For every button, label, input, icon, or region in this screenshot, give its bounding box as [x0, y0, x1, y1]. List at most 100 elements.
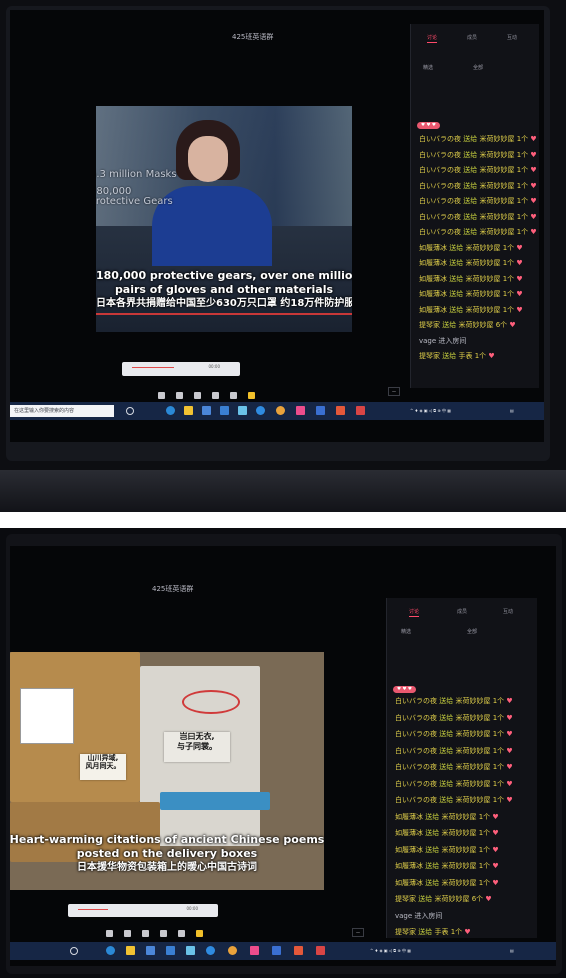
presenter-face — [188, 136, 228, 182]
chat-user: 如履薄冰 — [419, 305, 447, 314]
chat-message: 如履薄冰 送给 米荷妙妙屋 1个 ♥ — [395, 863, 499, 870]
playback-bar[interactable]: 00:00 — [122, 362, 240, 376]
whiteboard-icon[interactable] — [160, 930, 167, 937]
chat-gift: 米荷妙妙屋 1个 — [479, 135, 529, 143]
calendar-icon[interactable] — [316, 946, 325, 955]
cortana-icon[interactable] — [126, 407, 134, 415]
heart-icon: ♥ — [516, 305, 523, 314]
screen-share-icon[interactable] — [124, 930, 131, 937]
chat-message: vage 进入房间 — [395, 911, 443, 920]
playback-bar[interactable]: 00:00 — [68, 904, 218, 917]
music-icon[interactable] — [230, 392, 237, 399]
system-tray[interactable]: ^ ♦ ◈ ▣ ◁ ⧉ ⊕ 中 ▦ — [410, 408, 451, 414]
cortana-icon[interactable] — [70, 947, 78, 955]
mail-icon[interactable] — [220, 406, 229, 415]
camera-icon[interactable] — [158, 392, 165, 399]
heart-icon: ♥ — [492, 829, 499, 837]
video-player[interactable]: 山川异域, 风月同天。 岂曰无衣, 与子同裳。 Heart-warming ci… — [10, 652, 324, 890]
heart-icon: ♥ — [530, 228, 537, 236]
browser-icon[interactable] — [206, 946, 215, 955]
heart-icon: ♥ — [530, 150, 537, 159]
sub-tab-all[interactable]: 全部 — [467, 628, 477, 635]
chat-verb: 送给 — [439, 796, 454, 804]
live-app-icon[interactable] — [296, 406, 305, 415]
store-icon[interactable] — [202, 406, 211, 415]
chat-user: 提琴家 — [395, 895, 416, 903]
call-toolbar — [158, 392, 255, 399]
clock: ▤ — [510, 948, 514, 953]
overlay-gears: Protective Gears — [96, 196, 173, 207]
chat-verb: 送给 — [442, 321, 457, 329]
chat-user: 白いバラの夜 — [395, 730, 437, 738]
chat-message: 提琴家 送给 手表 1个 ♥ — [419, 353, 495, 360]
screen: 425班英语群 6.3 million Masks 180,000 Protec… — [10, 10, 544, 442]
ppt-icon[interactable] — [294, 946, 303, 955]
calendar-icon[interactable] — [356, 406, 365, 415]
chat-message: vage 进入房间 — [419, 336, 467, 345]
chat-message: 白いバラの夜 送给 米荷妙妙屋 1个 ♥ — [419, 150, 537, 159]
carton-blue-stripe — [160, 792, 270, 810]
end-live-button[interactable]: — — [388, 387, 400, 396]
chat-gift: 米荷妙妙屋 1个 — [455, 796, 505, 804]
video-player[interactable]: 6.3 million Masks 180,000 Protective Gea… — [96, 106, 352, 332]
tab-interaction[interactable]: 互动 — [503, 608, 513, 615]
sub-tab-featured[interactable]: 精选 — [423, 64, 433, 71]
tab-interaction[interactable]: 互动 — [507, 34, 517, 41]
subtitle-underline — [96, 313, 352, 315]
file-explorer-icon[interactable] — [126, 946, 135, 955]
laptop-base — [0, 470, 566, 512]
ppt-icon[interactable] — [336, 406, 345, 415]
join-notice: vage 进入房间 — [395, 911, 443, 920]
chat-message: 白いバラの夜 送给 米荷妙妙屋 1个 ♥ — [395, 797, 513, 804]
music-icon[interactable] — [178, 930, 185, 937]
heart-icon: ♥ — [488, 352, 495, 360]
chat-verb: 送给 — [463, 166, 478, 174]
tab-discussion[interactable]: 讨论 — [409, 608, 420, 617]
heart-icon: ♥ — [516, 290, 523, 298]
heart-icon: ♥ — [492, 812, 499, 821]
heart-icon: ♥ — [506, 796, 513, 804]
browser-icon[interactable] — [256, 406, 265, 415]
tab-members[interactable]: 成员 — [467, 34, 477, 41]
chat-message: 如履薄冰 送给 米荷妙妙屋 1个 ♥ — [419, 244, 523, 252]
chat-user: 白いバラの夜 — [395, 697, 437, 705]
chat-user: 如履薄冰 — [395, 845, 423, 854]
chat-user: 白いバラの夜 — [419, 228, 461, 236]
tab-discussion[interactable]: 讨论 — [427, 34, 438, 43]
app-icon[interactable] — [238, 406, 247, 415]
whiteboard-icon[interactable] — [212, 392, 219, 399]
app-icon[interactable] — [186, 946, 195, 955]
mic-icon[interactable] — [194, 392, 201, 399]
edge-icon[interactable] — [106, 946, 115, 955]
subtitle-en-1: Heart-warming citations of ancient Chine… — [10, 833, 324, 846]
join-notice: vage 进入房间 — [419, 336, 467, 345]
call-toolbar — [106, 930, 203, 937]
taskbar-search[interactable]: 在这里输入你要搜索的内容 — [10, 405, 114, 417]
sub-tab-featured[interactable]: 精选 — [401, 628, 411, 635]
sub-tab-all[interactable]: 全部 — [473, 64, 483, 71]
chrome-icon[interactable] — [276, 406, 285, 415]
mail-icon[interactable] — [166, 946, 175, 955]
screen-share-icon[interactable] — [176, 392, 183, 399]
chrome-icon[interactable] — [228, 946, 237, 955]
chat-gift: 米荷妙妙屋 1个 — [479, 166, 529, 174]
word-icon[interactable] — [316, 406, 325, 415]
store-icon[interactable] — [146, 946, 155, 955]
file-explorer-icon[interactable] — [184, 406, 193, 415]
playback-time: 00:00 — [186, 906, 198, 911]
system-tray[interactable]: ^ ♦ ◈ ▣ ◁ ⧉ ⊕ 中 ▦ — [370, 948, 411, 954]
tab-members[interactable]: 成员 — [457, 608, 467, 615]
chat-message: 如履薄冰 送给 米荷妙妙屋 1个 ♥ — [395, 879, 499, 887]
end-live-button[interactable]: — — [352, 928, 364, 937]
chat-message: 白いバラの夜 送给 米荷妙妙屋 1个 ♥ — [419, 198, 537, 205]
chat-user: 白いバラの夜 — [419, 212, 461, 221]
mic-icon[interactable] — [142, 930, 149, 937]
gift-icon[interactable] — [248, 392, 255, 399]
edge-icon[interactable] — [166, 406, 175, 415]
word-icon[interactable] — [272, 946, 281, 955]
gift-icon[interactable] — [196, 930, 203, 937]
heart-icon: ♥ — [485, 895, 492, 903]
live-app-icon[interactable] — [250, 946, 259, 955]
camera-icon[interactable] — [106, 930, 113, 937]
chat-message: 白いバラの夜 送给 米荷妙妙屋 1个 ♥ — [419, 167, 537, 174]
